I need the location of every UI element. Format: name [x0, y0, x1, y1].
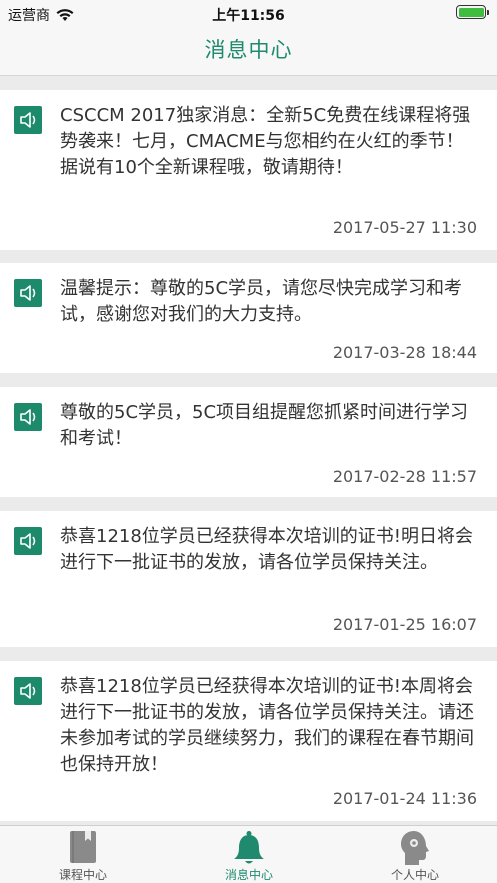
speaker-icon: [14, 527, 42, 555]
message-item[interactable]: 恭喜1218位学员已经获得本次培训的证书!本周将会进行下一批证书的发放，请各位学…: [0, 661, 497, 821]
message-item[interactable]: 恭喜1218位学员已经获得本次培训的证书!明日将会进行下一批证书的发放，请各位学…: [0, 511, 497, 647]
message-text: 尊敬的5C学员，5C项目组提醒您抓紧时间进行学习和考试！: [60, 402, 469, 449]
battery-nub: [487, 9, 489, 15]
message-item[interactable]: CSCCM 2017独家消息：全新5C免费在线课程将强势袭来！七月，CMACME…: [0, 90, 497, 250]
speaker-icon: [14, 279, 42, 307]
status-bar: 运营商 上午11:56: [0, 0, 497, 28]
status-right: [456, 5, 489, 19]
book-icon: [70, 831, 96, 863]
status-time: 上午11:56: [212, 8, 285, 24]
speaker-icon: [14, 403, 42, 431]
tab-personal-center[interactable]: 个人中心: [332, 826, 497, 883]
message-item[interactable]: 尊敬的5C学员，5C项目组提醒您抓紧时间进行学习和考试！ 2017-02-28 …: [0, 387, 497, 497]
message-time: 2017-01-25 16:07: [332, 615, 477, 634]
person-head-icon: [401, 831, 429, 865]
message-text: 温馨提示：尊敬的5C学员，请您尽快完成学习和考试，感谢您对我们的大力支持。: [60, 278, 463, 325]
message-text: 恭喜1218位学员已经获得本次培训的证书!明日将会进行下一批证书的发放，请各位学…: [60, 526, 474, 573]
message-item[interactable]: 温馨提示：尊敬的5C学员，请您尽快完成学习和考试，感谢您对我们的大力支持。 20…: [0, 263, 497, 373]
message-time: 2017-01-24 11:36: [332, 789, 477, 808]
battery-icon: [456, 5, 486, 19]
tab-label: 课程中心: [58, 868, 107, 882]
nav-bar: 消息中心: [0, 28, 497, 76]
tab-bar: 课程中心 消息中心 个人中心: [0, 825, 497, 883]
message-text: CSCCM 2017独家消息：全新5C免费在线课程将强势袭来！七月，CMACME…: [60, 105, 471, 178]
tab-message-center[interactable]: 消息中心: [166, 826, 332, 883]
message-time: 2017-05-27 11:30: [332, 218, 477, 237]
message-time: 2017-03-28 18:44: [332, 343, 477, 362]
message-time: 2017-02-28 11:57: [332, 467, 477, 486]
tab-label: 个人中心: [390, 868, 439, 882]
page-title: 消息中心: [204, 38, 293, 62]
speaker-icon: [14, 677, 42, 705]
bell-icon: [234, 831, 264, 864]
tab-label: 消息中心: [224, 868, 273, 882]
tab-course-center[interactable]: 课程中心: [0, 826, 166, 883]
message-text: 恭喜1218位学员已经获得本次培训的证书!本周将会进行下一批证书的发放，请各位学…: [60, 676, 474, 775]
speaker-icon: [14, 106, 42, 134]
